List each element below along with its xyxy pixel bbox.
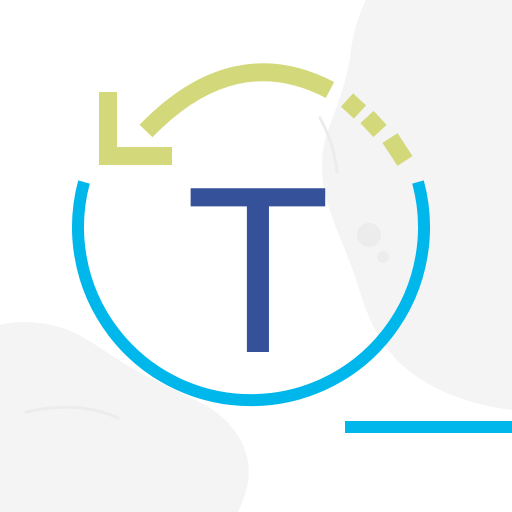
arrow-dash-2 — [360, 110, 387, 138]
arrow-dash-3 — [382, 133, 413, 166]
arrow-dash-1 — [340, 93, 367, 119]
app-icon-canvas: T — [0, 0, 512, 512]
letter-mark: T — [185, 138, 330, 403]
app-icon-graphic: T — [0, 0, 512, 512]
arrow-arc — [139, 63, 335, 138]
background-dot-large — [357, 223, 381, 247]
background-dot-small — [377, 251, 389, 263]
